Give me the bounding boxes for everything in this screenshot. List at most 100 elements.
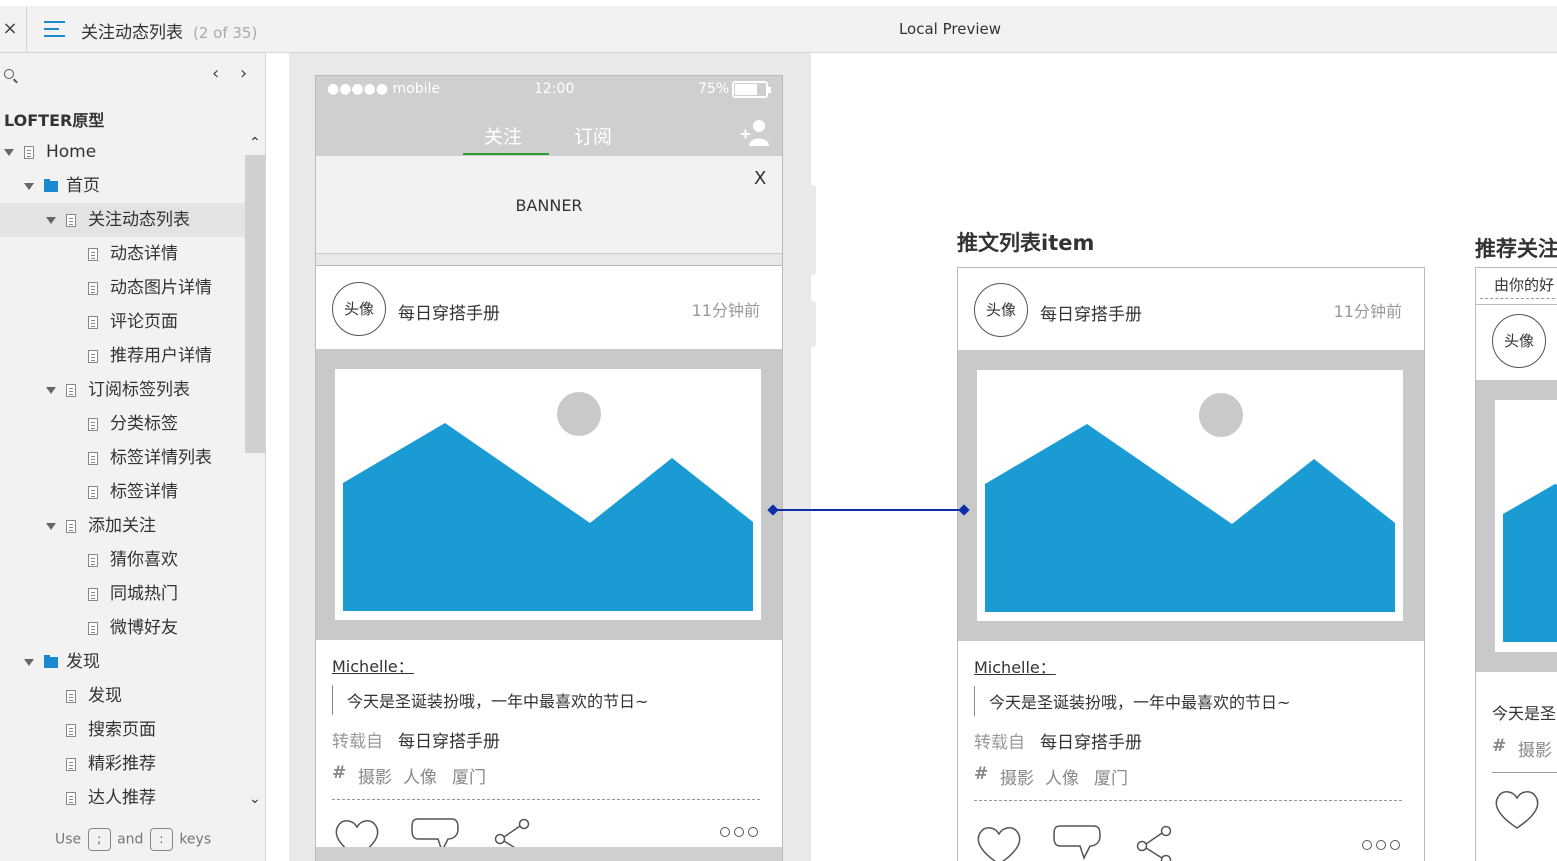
expand-arrow-icon[interactable] <box>24 183 34 190</box>
sidebar-item[interactable]: 微博好友 <box>0 611 245 645</box>
more-icon[interactable] <box>1362 840 1404 850</box>
avatar[interactable]: 头像 <box>332 282 386 336</box>
sidebar-item[interactable]: 发现 <box>0 645 245 679</box>
banner-label: BANNER <box>515 196 583 215</box>
page-icon <box>66 724 76 737</box>
sidebar-item-label: 搜索页面 <box>88 720 156 740</box>
banner-close-button[interactable]: X <box>754 168 766 189</box>
sidebar-item[interactable]: 评论页面 <box>0 305 245 339</box>
page-icon <box>88 316 98 329</box>
sidebar-item-label: 猜你喜欢 <box>110 550 178 570</box>
folder-icon <box>44 655 58 668</box>
banner[interactable]: BANNER X <box>316 156 782 254</box>
post-card[interactable]: 头像 每日穿搭手册 11分钟前 Michelle： 今天是圣诞装扮哦，一年中最喜… <box>958 268 1424 861</box>
post-card[interactable]: 头像 每日穿搭手册 11分钟前 Michelle： 今天是圣诞装扮哦，一年中最喜… <box>316 267 782 859</box>
sidebar-item-label: 达人推荐 <box>88 788 156 808</box>
sidebar-item[interactable]: 关注动态列表 <box>0 203 245 237</box>
project-title: LOFTER原型 <box>4 111 105 130</box>
sidebar-item-label: 推荐用户详情 <box>110 346 212 366</box>
sidebar-item-label: 微博好友 <box>110 618 178 638</box>
key-next: : <box>149 828 173 851</box>
tag-link[interactable]: 摄影 <box>358 763 392 788</box>
tag-link[interactable]: 摄影 <box>1518 736 1552 761</box>
scrollbar[interactable]: ⌃ ⌄ <box>245 135 265 807</box>
prev-page-button[interactable]: ‹ <box>212 63 219 84</box>
more-icon[interactable] <box>720 827 762 837</box>
username-link[interactable]: Michelle： <box>974 654 1056 678</box>
add-user-icon[interactable] <box>740 118 772 146</box>
hash-icon: # <box>1492 736 1507 756</box>
author-name[interactable]: 每日穿搭手册 <box>398 299 500 324</box>
sidebar-item[interactable]: 订阅标签列表 <box>0 373 245 407</box>
tag-link[interactable]: 厦门 <box>1094 764 1128 789</box>
sidebar-item[interactable]: Home <box>0 135 245 169</box>
sidebar-item[interactable]: 发现 <box>0 679 245 713</box>
author-name[interactable]: 每日穿搭手册 <box>1040 300 1142 325</box>
page-icon <box>66 520 76 533</box>
side-tab <box>811 301 816 347</box>
page-icon <box>88 282 98 295</box>
heart-icon[interactable] <box>1492 788 1542 830</box>
sidebar-item[interactable]: 分类标签 <box>0 407 245 441</box>
expand-arrow-icon[interactable] <box>46 217 56 224</box>
search-icon[interactable] <box>4 69 14 79</box>
scrollbar-thumb[interactable] <box>245 155 265 453</box>
image-placeholder-icon <box>985 393 1395 612</box>
repost-label: 转载自 <box>974 733 1025 753</box>
avatar[interactable]: 头像 <box>974 283 1028 337</box>
recommend-subtitle: 由你的好 <box>1494 276 1555 294</box>
post-text: 今天是圣诞装扮哦，一年中最喜欢的节日~ <box>974 686 1290 716</box>
repost-source-link[interactable]: 每日穿搭手册 <box>398 727 500 752</box>
recommend-frame: 由你的好 头像 今天是圣 # 摄影 <box>1475 267 1557 861</box>
image-placeholder[interactable] <box>958 350 1424 641</box>
sidebar-item[interactable]: 推荐用户详情 <box>0 339 245 373</box>
page-icon <box>88 486 98 499</box>
battery-icon <box>732 81 771 98</box>
sidebar-item-label: 发现 <box>88 686 122 706</box>
next-page-button[interactable]: › <box>240 63 247 84</box>
top-bar: × 关注动态列表 (2 of 35) Local Preview <box>0 0 1557 53</box>
divider <box>332 799 760 800</box>
repost-source-link[interactable]: 每日穿搭手册 <box>1040 728 1142 753</box>
sidebar-item[interactable]: 动态详情 <box>0 237 245 271</box>
sidebar-item[interactable]: 首页 <box>0 169 245 203</box>
expand-arrow-icon[interactable] <box>46 387 56 394</box>
keyboard-hint: Use ; and : keys <box>55 828 211 851</box>
sidebar-item[interactable]: 添加关注 <box>0 509 245 543</box>
expand-arrow-icon[interactable] <box>4 149 14 156</box>
image-placeholder[interactable] <box>1476 380 1557 672</box>
image-placeholder[interactable] <box>316 349 782 640</box>
sidebar-item[interactable]: 达人推荐 <box>0 781 245 815</box>
sidebar-item[interactable]: 精彩推荐 <box>0 747 245 781</box>
tab-subscribe[interactable]: 订阅 <box>574 122 612 149</box>
tag-link[interactable]: 人像 <box>403 763 437 788</box>
username-link[interactable]: Michelle： <box>332 653 414 677</box>
tag-link[interactable]: 人像 <box>1045 764 1079 789</box>
sidebar-item-label: Home <box>46 142 97 162</box>
comment-icon[interactable] <box>1052 824 1102 861</box>
sidebar-item[interactable]: 标签详情 <box>0 475 245 509</box>
post-text: 今天是圣诞装扮哦，一年中最喜欢的节日~ <box>332 685 648 715</box>
avatar[interactable]: 头像 <box>1492 314 1546 368</box>
status-bar: ●●●●● mobile 12:00 75% 关注 订阅 <box>316 76 782 156</box>
page-icon <box>88 418 98 431</box>
sidebar-item-label: 发现 <box>66 652 100 672</box>
tab-follow[interactable]: 关注 <box>484 122 522 149</box>
expand-arrow-icon[interactable] <box>24 659 34 666</box>
share-icon[interactable] <box>1134 824 1174 861</box>
tag-link[interactable]: 摄影 <box>1000 764 1034 789</box>
sidebar-item[interactable]: 同城热门 <box>0 577 245 611</box>
chevron-up-icon[interactable]: ⌃ <box>249 135 261 151</box>
page-icon <box>66 792 76 805</box>
tag-link[interactable]: 厦门 <box>452 763 486 788</box>
heart-icon[interactable] <box>974 824 1024 861</box>
hint-use: Use <box>55 831 82 848</box>
sidebar-item[interactable]: 动态图片详情 <box>0 271 245 305</box>
divider <box>316 254 782 266</box>
post-time: 11分钟前 <box>1333 302 1402 321</box>
chevron-down-icon[interactable]: ⌄ <box>249 791 261 807</box>
sidebar-item[interactable]: 猜你喜欢 <box>0 543 245 577</box>
expand-arrow-icon[interactable] <box>46 523 56 530</box>
sidebar-item[interactable]: 搜索页面 <box>0 713 245 747</box>
sidebar-item[interactable]: 标签详情列表 <box>0 441 245 475</box>
